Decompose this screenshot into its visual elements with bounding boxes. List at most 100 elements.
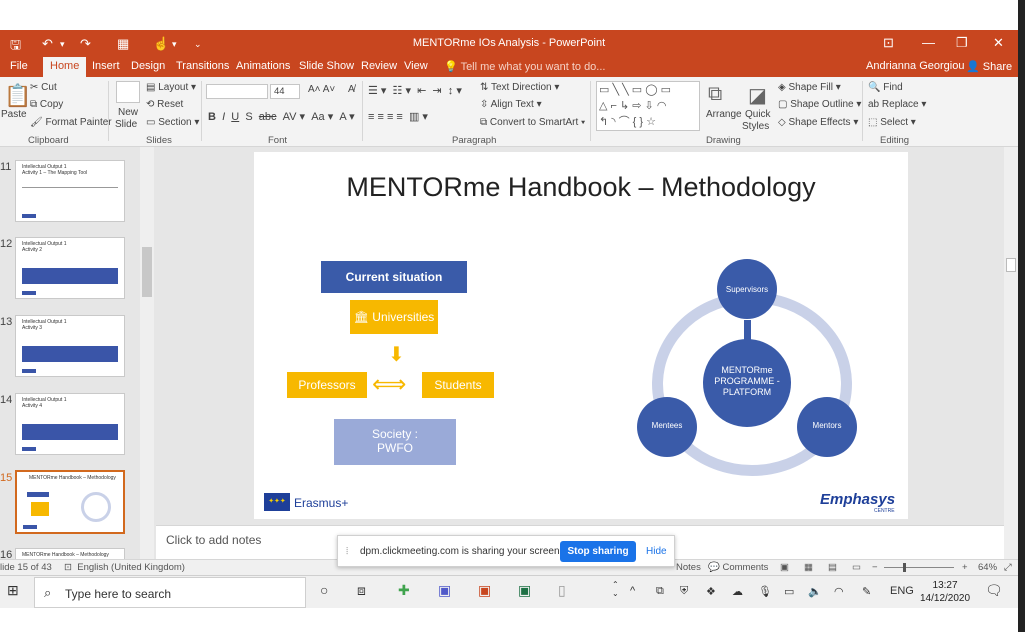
section-button[interactable]: ▭ Section ▾: [146, 117, 199, 128]
wifi-icon[interactable]: ◠: [834, 585, 844, 598]
share-button[interactable]: 👤 Share: [966, 60, 1012, 73]
user-name[interactable]: Andrianna Georgiou: [866, 60, 964, 72]
universities-box[interactable]: 🏛 Universities: [350, 300, 438, 334]
slide-thumbnail[interactable]: Intellectual Output 1 Activity 1 – The M…: [15, 160, 125, 222]
font-size-input[interactable]: 44: [270, 84, 300, 99]
tab-transitions[interactable]: Transitions: [176, 60, 229, 72]
mentors-circle[interactable]: Mentors: [797, 397, 857, 457]
view-slideshow-icon[interactable]: ▭: [852, 562, 861, 573]
align-buttons[interactable]: ≡ ≡ ≡ ≡ ▥ ▾: [368, 110, 428, 123]
slide-thumbnail[interactable]: Intellectual Output 1 Activity 4: [15, 393, 125, 455]
tray-scroll-icon[interactable]: ⌃ ⌄: [612, 580, 619, 598]
minimize-icon[interactable]: —: [922, 35, 935, 50]
new-slide-icon[interactable]: [116, 81, 140, 103]
current-situation-box[interactable]: Current situation: [321, 261, 467, 293]
volume-icon[interactable]: 🔈: [808, 585, 822, 598]
view-reading-icon[interactable]: ▤: [828, 562, 837, 573]
zoom-out-button[interactable]: −: [872, 562, 878, 573]
tell-me-input[interactable]: 💡 Tell me what you want to do...: [444, 60, 605, 73]
security-icon[interactable]: ⛨: [680, 585, 688, 598]
thumbnails-scrollbar[interactable]: [140, 147, 154, 559]
quick-styles-icon[interactable]: ◪: [748, 83, 767, 108]
align-text-button[interactable]: ⇳ Align Text ▾: [480, 99, 542, 110]
cut-button[interactable]: ✂ Cut: [30, 82, 57, 93]
language-indicator[interactable]: ENG: [890, 585, 914, 597]
reset-button[interactable]: ⟲ Reset: [146, 99, 183, 110]
copy-button[interactable]: ⧉ Copy: [30, 99, 63, 110]
close-icon[interactable]: ✕: [993, 35, 1004, 51]
excel-icon[interactable]: ▣: [518, 582, 531, 599]
tab-view[interactable]: View: [404, 60, 428, 72]
show-hidden-icons[interactable]: ^: [630, 585, 635, 597]
font-style-buttons[interactable]: B I U S abc AV ▾ Aa ▾ A ▾: [208, 110, 355, 123]
fit-slide-icon[interactable]: ⤢: [1004, 562, 1012, 573]
grow-font-icon[interactable]: A˄ A˅: [308, 84, 335, 95]
slide-thumbnail-selected[interactable]: MENTORme Handbook – Methodology: [15, 470, 125, 534]
tab-file[interactable]: File: [10, 60, 28, 72]
list-buttons[interactable]: ☰ ▾ ☷ ▾ ⇤ ⇥ ↕ ▾: [368, 84, 462, 97]
restore-icon[interactable]: ❐: [956, 35, 968, 51]
shape-effects-button[interactable]: ◇ Shape Effects ▾: [778, 117, 858, 128]
onedrive-icon[interactable]: ☁: [732, 585, 743, 598]
shape-outline-button[interactable]: ▢ Shape Outline ▾: [778, 99, 861, 110]
windows-start-icon[interactable]: ⊞: [7, 582, 19, 599]
clock[interactable]: 13:27 14/12/2020: [920, 579, 970, 605]
thumbnails-scroll-thumb[interactable]: [142, 247, 152, 297]
paste-button[interactable]: Paste: [1, 109, 27, 120]
select-button[interactable]: ⬚ Select ▾: [868, 117, 916, 128]
tab-review[interactable]: Review: [361, 60, 397, 72]
pen-icon[interactable]: ✎: [862, 585, 871, 598]
ribbon-display-icon[interactable]: ⊡: [883, 35, 894, 51]
professors-box[interactable]: Professors: [287, 372, 367, 398]
zoom-slider[interactable]: [884, 567, 954, 568]
mentees-circle[interactable]: Mentees: [637, 397, 697, 457]
slide-thumbnails-pane[interactable]: 11 Intellectual Output 1 Activity 1 – Th…: [0, 147, 156, 559]
layout-button[interactable]: ▤ Layout ▾: [146, 82, 196, 93]
taskbar-search[interactable]: ⌕ Type here to search: [34, 577, 306, 608]
slide-thumbnail[interactable]: Intellectual Output 1 Activity 3: [15, 315, 125, 377]
microphone-icon[interactable]: 🎙: [758, 585, 772, 598]
comments-button[interactable]: 💬 Comments: [708, 562, 768, 573]
find-button[interactable]: 🔍 Find: [868, 82, 903, 93]
new-slide-button[interactable]: New: [118, 107, 138, 118]
slide-thumbnail[interactable]: MENTORme Handbook – Methodology: [15, 548, 125, 559]
cortana-icon[interactable]: ○: [320, 582, 328, 598]
canvas-scrollbar[interactable]: [1004, 147, 1018, 559]
stop-sharing-button[interactable]: Stop sharing: [560, 541, 636, 562]
shapes-gallery[interactable]: ▭ ╲ ╲ ▭ ◯ ▭ △ ⌐ ↳ ⇨ ⇩ ◠ ↰ ◝ ⌒ { } ☆: [596, 81, 700, 131]
quick-styles-button[interactable]: Quick: [745, 109, 771, 120]
task-view-icon[interactable]: ⧈: [357, 582, 366, 599]
zoom-slider-thumb[interactable]: [903, 563, 906, 572]
hide-button[interactable]: Hide: [646, 546, 667, 557]
dropbox-icon[interactable]: ❖: [706, 585, 716, 598]
battery-icon[interactable]: ▭: [784, 585, 794, 598]
tab-slide-show[interactable]: Slide Show: [299, 60, 354, 72]
society-box[interactable]: Society : PWFO: [334, 419, 456, 465]
font-name-input[interactable]: [206, 84, 268, 99]
slide-title[interactable]: MENTORme Handbook – Methodology: [254, 172, 908, 203]
canvas-scroll-thumb[interactable]: [1006, 258, 1016, 272]
new-slide-button-line2[interactable]: Slide: [115, 119, 137, 130]
arrange-button[interactable]: Arrange: [706, 109, 742, 120]
slide-thumbnail[interactable]: Intellectual Output 1 Activity 2: [15, 237, 125, 299]
file-icon[interactable]: ▯: [558, 582, 566, 599]
arrange-icon[interactable]: ⧉: [708, 83, 722, 106]
students-box[interactable]: Students: [422, 372, 494, 398]
teams-icon[interactable]: ▣: [438, 582, 451, 599]
tab-design[interactable]: Design: [131, 60, 165, 72]
powerpoint-icon[interactable]: ▣: [478, 582, 491, 599]
replace-button[interactable]: ab Replace ▾: [868, 99, 926, 110]
platform-circle[interactable]: MENTORme PROGRAMME - PLATFORM: [703, 339, 791, 427]
slack-icon[interactable]: ✚: [398, 582, 410, 599]
format-painter-button[interactable]: 🖌 Format Painter: [30, 117, 112, 128]
slide[interactable]: MENTORme Handbook – Methodology Current …: [254, 152, 908, 519]
convert-smartart-button[interactable]: ⧉ Convert to SmartArt ▾: [480, 117, 585, 128]
paste-icon[interactable]: 📋: [4, 83, 31, 109]
tab-insert[interactable]: Insert: [92, 60, 120, 72]
quick-styles-button-line2[interactable]: Styles: [742, 121, 769, 132]
tab-animations[interactable]: Animations: [236, 60, 290, 72]
text-direction-button[interactable]: ⇅ Text Direction ▾: [480, 82, 559, 93]
supervisors-circle[interactable]: Supervisors: [717, 259, 777, 319]
zoom-level[interactable]: 64%: [978, 562, 997, 573]
clear-format-icon[interactable]: A̸: [348, 84, 355, 95]
